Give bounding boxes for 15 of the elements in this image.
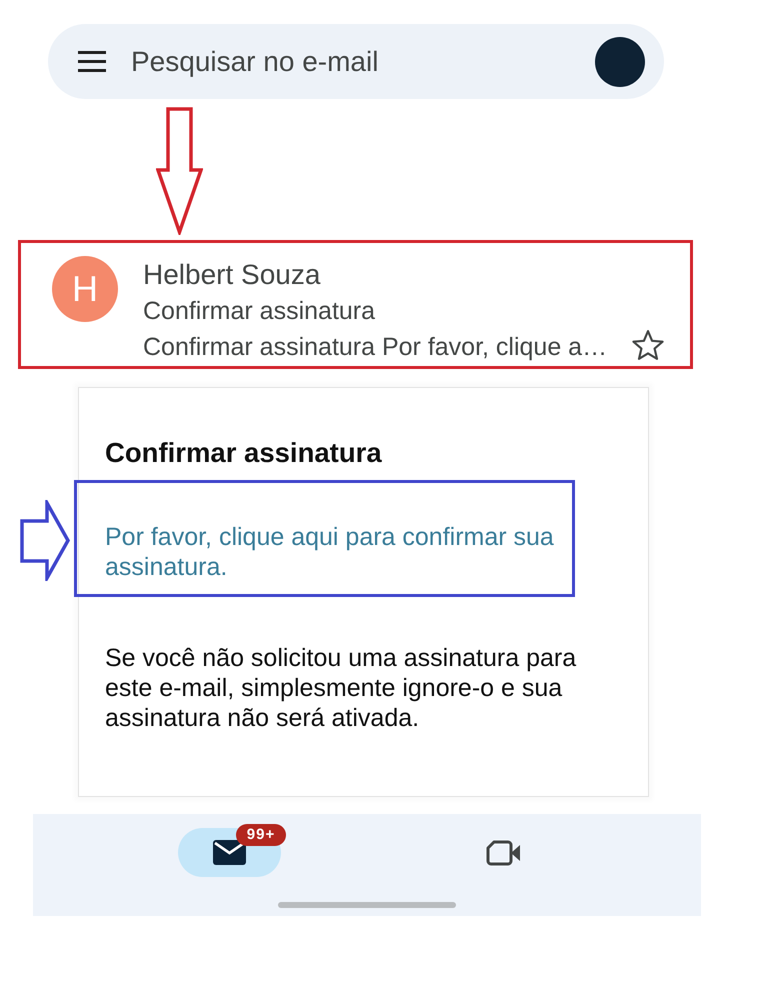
star-icon[interactable]: [632, 330, 664, 360]
body-text: Se você não solicitou uma assinatura para este e-mail, simplesmente ignore-o e sua assinatura não será ativada.: [105, 643, 578, 733]
confirm-link[interactable]: Por favor, clique aqui para confirmar sua assinatura.: [105, 522, 572, 582]
account-avatar[interactable]: [595, 36, 645, 86]
email-snippet: Confirmar assinatura Por favor, clique a…: [143, 332, 608, 363]
sender-avatar: H: [52, 256, 118, 322]
sender-name: Helbert Souza: [143, 258, 322, 292]
email-subject: Confirmar assinatura: [143, 296, 376, 327]
email-title: Confirmar assinatura: [105, 436, 383, 470]
unread-count-badge: 99+: [236, 824, 286, 846]
search-field[interactable]: Pesquisar no e-mail: [131, 42, 585, 82]
mail-icon: [213, 840, 246, 865]
menu-icon[interactable]: [78, 51, 106, 72]
search-bar[interactable]: Pesquisar no e-mail: [48, 24, 664, 99]
video-camera-icon: [486, 840, 521, 866]
